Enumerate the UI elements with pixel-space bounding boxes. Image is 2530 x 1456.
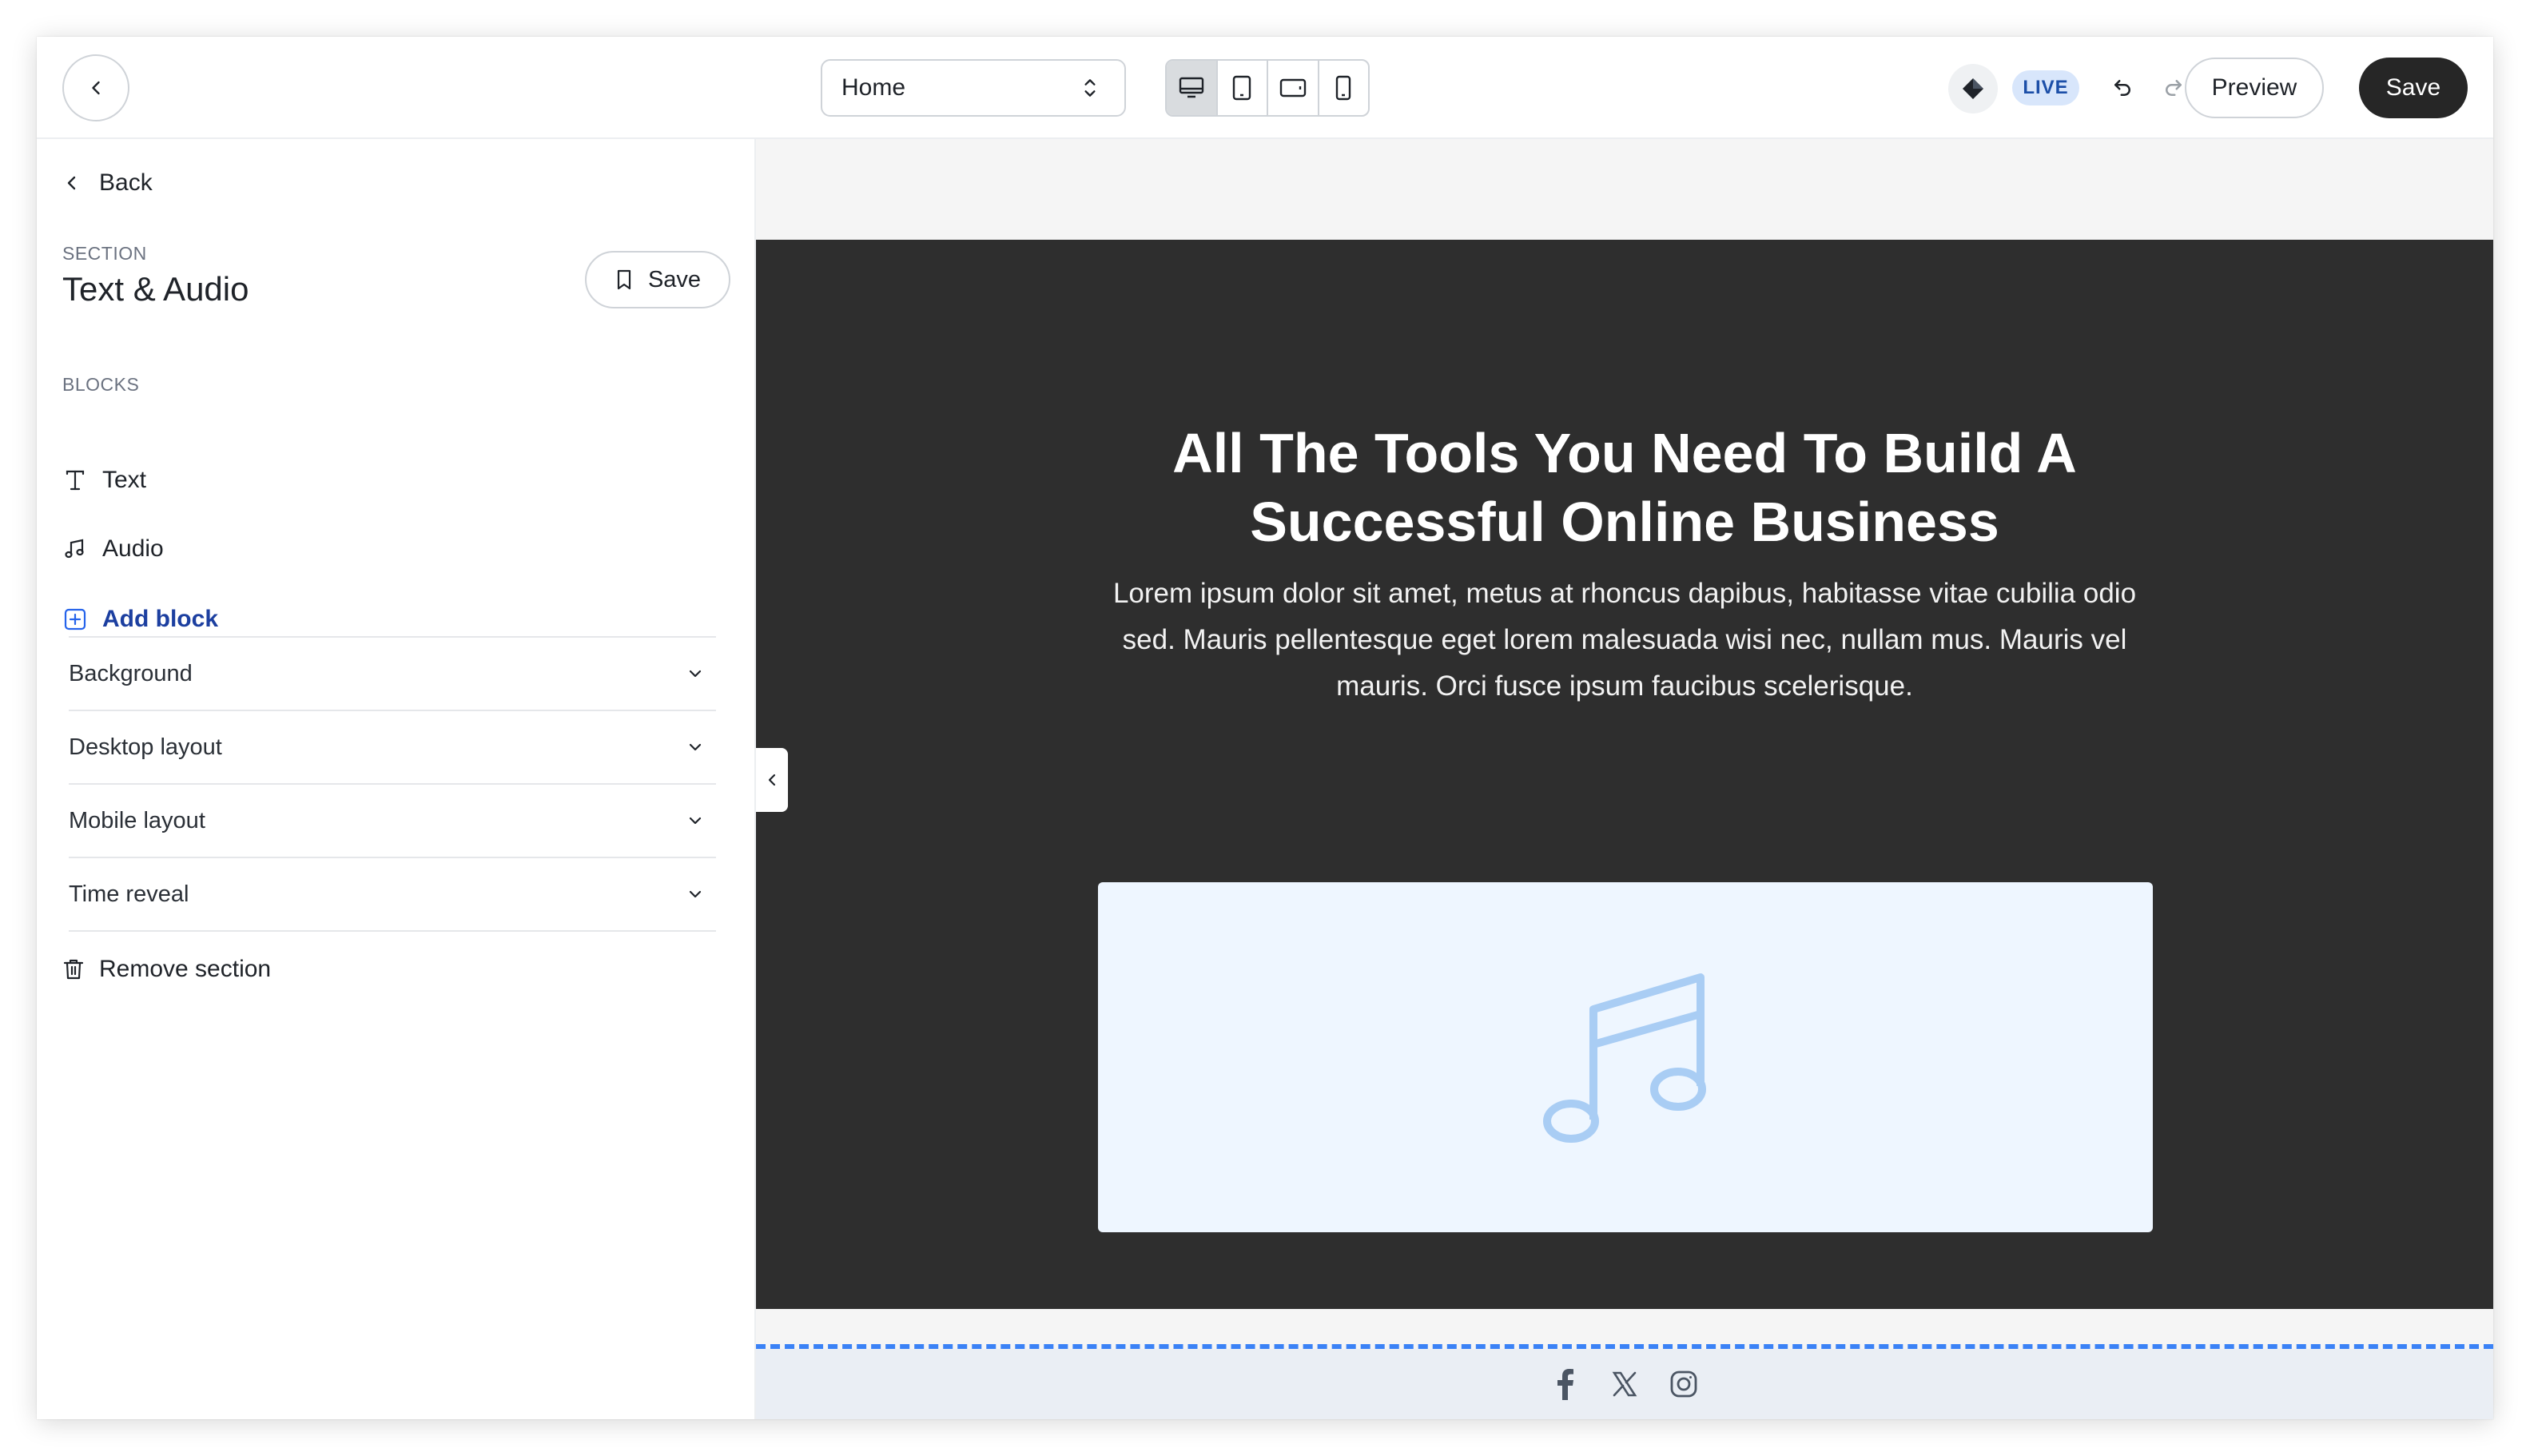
- desktop-view-button[interactable]: [1167, 61, 1218, 115]
- mobile-view-button[interactable]: [1319, 61, 1369, 115]
- accordion-desktop-layout[interactable]: Desktop layout: [69, 711, 716, 785]
- undo-button[interactable]: [2106, 72, 2138, 104]
- top-bar: Home LIVE Preview Save: [37, 37, 2493, 139]
- tablet-icon: [1233, 75, 1251, 101]
- music-note-icon: [62, 536, 88, 562]
- hero-title[interactable]: All The Tools You Need To Build A Succes…: [1092, 419, 2158, 556]
- remove-section-label: Remove section: [99, 956, 272, 982]
- chevron-down-icon: [689, 890, 702, 898]
- bookmark-icon: [617, 269, 631, 290]
- text-icon: [62, 467, 88, 493]
- x-icon[interactable]: [1609, 1368, 1641, 1400]
- remove-section-button[interactable]: Remove section: [62, 956, 271, 983]
- block-item-text[interactable]: Text: [62, 467, 146, 494]
- chevron-left-icon: [67, 176, 76, 190]
- device-switcher: [1165, 59, 1370, 117]
- preview-button[interactable]: Preview: [2185, 58, 2324, 118]
- instagram-icon[interactable]: [1668, 1368, 1700, 1400]
- chevron-up-down-icon: [1084, 79, 1096, 97]
- accordion-label: Desktop layout: [69, 734, 222, 760]
- diamond-icon: [1963, 78, 1983, 99]
- save-button[interactable]: Save: [2359, 58, 2468, 118]
- accordion-background[interactable]: Background: [69, 638, 716, 711]
- chevron-down-icon: [689, 670, 702, 678]
- audio-placeholder[interactable]: [1098, 882, 2153, 1232]
- facebook-icon[interactable]: [1549, 1368, 1581, 1400]
- block-item-audio[interactable]: Audio: [62, 535, 164, 563]
- section-title: Text & Audio: [62, 270, 249, 308]
- accordion-time-reveal[interactable]: Time reveal: [69, 858, 716, 932]
- block-item-label: Text: [102, 467, 147, 493]
- hero-body-text[interactable]: Lorem ipsum dolor sit amet, metus at rho…: [1092, 571, 2158, 710]
- sidebar-back-link[interactable]: Back: [62, 169, 153, 197]
- accordion-mobile-layout[interactable]: Mobile layout: [69, 785, 716, 858]
- add-block-label: Add block: [102, 606, 219, 632]
- save-section-label: Save: [647, 266, 702, 292]
- tablet-landscape-icon: [1279, 78, 1306, 97]
- plus-square-icon: [62, 607, 88, 632]
- exit-editor-button[interactable]: [62, 54, 129, 121]
- page-footer: [756, 1349, 2493, 1419]
- section-label: SECTION: [62, 243, 147, 264]
- chevron-down-icon: [689, 817, 702, 825]
- page-select[interactable]: Home: [821, 59, 1126, 117]
- chevron-down-icon: [689, 743, 702, 751]
- collapse-sidebar-button[interactable]: [756, 748, 788, 812]
- live-status-badge: LIVE: [2012, 70, 2079, 105]
- block-item-label: Audio: [102, 535, 164, 562]
- redo-icon: [2166, 80, 2182, 96]
- accordion-label: Mobile layout: [69, 807, 205, 833]
- page-select-value: Home: [841, 74, 906, 101]
- tablet-landscape-view-button[interactable]: [1268, 61, 1319, 115]
- undo-icon: [2114, 80, 2130, 96]
- mobile-icon: [1336, 75, 1351, 101]
- save-section-button[interactable]: Save: [585, 251, 730, 308]
- blocks-label: BLOCKS: [62, 374, 140, 395]
- chevron-left-icon: [768, 774, 776, 786]
- text-audio-section[interactable]: All The Tools You Need To Build A Succes…: [756, 240, 2493, 1309]
- chevron-left-icon: [92, 81, 100, 95]
- settings-sidebar: Back SECTION Text & Audio Save BLOCKS Te…: [37, 139, 756, 1419]
- sidebar-back-label: Back: [99, 169, 153, 196]
- tablet-view-button[interactable]: [1218, 61, 1268, 115]
- editor-window: Home LIVE Preview Save Back SECTION Text…: [37, 37, 2493, 1419]
- page-canvas: All The Tools You Need To Build A Succes…: [756, 139, 2493, 1419]
- accordion-label: Background: [69, 660, 193, 686]
- add-block-button[interactable]: Add block: [62, 606, 218, 633]
- desktop-icon: [1179, 77, 1203, 98]
- settings-accordion: Background Desktop layout Mobile layout …: [69, 636, 716, 932]
- theme-settings-button[interactable]: [1948, 64, 1998, 113]
- trash-icon: [63, 959, 84, 980]
- music-note-icon: [1543, 973, 1706, 1143]
- accordion-label: Time reveal: [69, 881, 189, 907]
